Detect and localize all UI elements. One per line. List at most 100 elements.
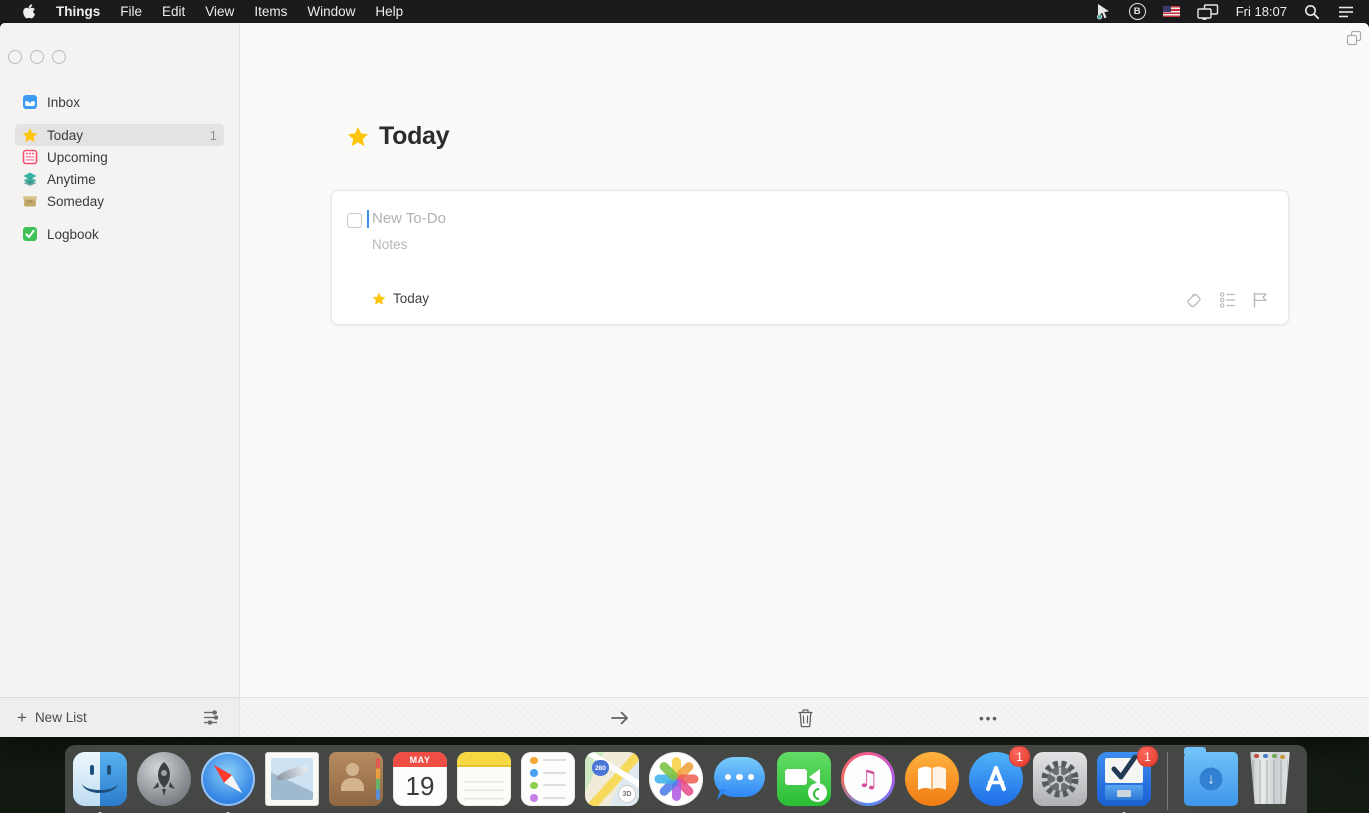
displays-status-icon[interactable] <box>1197 4 1219 20</box>
delete-button[interactable] <box>792 706 818 730</box>
dock-item-mail[interactable] <box>265 752 319 806</box>
dock-item-downloads[interactable]: ↓ <box>1184 752 1238 806</box>
dock-item-launchpad[interactable] <box>137 752 191 806</box>
minimize-button[interactable] <box>30 50 44 64</box>
reminders-icon <box>521 752 575 806</box>
sidebar-item-label: Someday <box>47 194 104 209</box>
apple-menu[interactable] <box>12 4 46 20</box>
pointer-status-icon[interactable] <box>1095 3 1112 20</box>
upcoming-calendar-icon <box>22 149 38 165</box>
sidebar-item-label: Today <box>47 128 83 143</box>
maps-icon: 280 3D <box>585 752 639 806</box>
notification-center-icon[interactable] <box>1337 5 1355 19</box>
today-star-icon <box>22 127 38 143</box>
dock-item-notes[interactable] <box>457 752 511 806</box>
menu-window[interactable]: Window <box>297 0 365 23</box>
dock-item-finder[interactable] <box>73 752 127 806</box>
new-list-button[interactable]: + New List <box>0 709 87 726</box>
anytime-layers-icon <box>22 171 38 187</box>
facetime-icon <box>777 752 831 806</box>
todo-notes-input[interactable]: Notes <box>372 237 407 252</box>
sidebar-item-label: Logbook <box>47 227 99 242</box>
todo-when-label: Today <box>393 291 429 306</box>
safari-icon <box>201 752 255 806</box>
dock-item-ibooks[interactable] <box>905 752 959 806</box>
list-settings-button[interactable] <box>201 709 220 726</box>
maps-3d-badge: 3D <box>618 785 636 803</box>
contacts-icon <box>329 752 383 806</box>
b-app-status-icon[interactable]: B <box>1129 3 1146 20</box>
zoom-button[interactable] <box>52 50 66 64</box>
sliders-icon <box>201 709 220 726</box>
new-todo-card[interactable]: New To-Do Notes Today <box>331 190 1289 325</box>
sidebar-item-logbook[interactable]: Logbook <box>15 223 224 245</box>
dock-item-facetime[interactable] <box>777 752 831 806</box>
menu-file[interactable]: File <box>110 0 152 23</box>
move-button[interactable] <box>607 706 633 730</box>
things-window: Inbox Today 1 Upcoming Anytime <box>0 23 1369 737</box>
todo-checkbox[interactable] <box>347 213 362 228</box>
dock: MAY 19 280 3D <box>65 745 1307 813</box>
sidebar-item-label: Anytime <box>47 172 96 187</box>
menu-view[interactable]: View <box>195 0 244 23</box>
sidebar-bottom-bar: + New List <box>0 697 239 737</box>
dock-item-trash[interactable] <box>1248 752 1302 806</box>
trash-icon <box>1248 752 1292 804</box>
page-title-text: Today <box>379 122 449 151</box>
ibooks-icon <box>905 752 959 806</box>
todo-when-button[interactable]: Today <box>372 291 429 306</box>
dock-separator <box>1167 752 1168 810</box>
messages-icon <box>713 752 767 806</box>
sidebar: Inbox Today 1 Upcoming Anytime <box>0 23 240 737</box>
close-button[interactable] <box>8 50 22 64</box>
sidebar-item-today[interactable]: Today 1 <box>15 124 224 146</box>
someday-box-icon <box>22 193 38 209</box>
sidebar-item-inbox[interactable]: Inbox <box>15 91 224 113</box>
sidebar-item-anytime[interactable]: Anytime <box>15 168 224 190</box>
menu-clock[interactable]: Fri 18:07 <box>1236 4 1287 19</box>
window-duplicate-button[interactable] <box>1346 30 1362 46</box>
dock-item-contacts[interactable] <box>329 752 383 806</box>
dock-item-messages[interactable] <box>713 752 767 806</box>
menu-help[interactable]: Help <box>365 0 413 23</box>
dock-item-maps[interactable]: 280 3D <box>585 752 639 806</box>
add-tag-button[interactable] <box>1185 290 1204 309</box>
dock-item-safari[interactable] <box>201 752 255 806</box>
today-count-badge: 1 <box>210 128 217 143</box>
sidebar-item-upcoming[interactable]: Upcoming <box>15 146 224 168</box>
dock-item-itunes[interactable]: ♫ <box>841 752 895 806</box>
apple-icon <box>22 4 36 20</box>
launchpad-icon <box>137 752 191 806</box>
spotlight-search-icon[interactable] <box>1304 4 1320 20</box>
sidebar-item-someday[interactable]: Someday <box>15 190 224 212</box>
dock-item-app-store[interactable]: 1 <box>969 752 1023 806</box>
today-star-icon <box>372 292 386 306</box>
bottom-toolbar: ••• <box>240 697 1369 737</box>
text-caret <box>367 210 369 228</box>
input-source-flag-icon[interactable] <box>1163 6 1180 17</box>
more-actions-button[interactable]: ••• <box>976 706 1002 730</box>
dock-item-photos[interactable] <box>649 752 703 806</box>
today-star-icon <box>347 126 369 148</box>
notes-icon <box>457 752 511 806</box>
download-arrow-glyph: ↓ <box>1200 768 1223 791</box>
desktop: { "colors": { "accent_star": "#FFC40C", … <box>0 0 1369 813</box>
todo-title-input[interactable]: New To-Do <box>372 210 446 227</box>
menu-items[interactable]: Items <box>244 0 297 23</box>
dock-item-system-preferences[interactable] <box>1033 752 1087 806</box>
maps-route-shield: 280 <box>592 760 609 776</box>
dock-item-reminders[interactable] <box>521 752 575 806</box>
system-preferences-icon <box>1033 752 1087 806</box>
music-note-glyph: ♫ <box>841 752 895 806</box>
logbook-check-icon <box>22 226 38 242</box>
add-deadline-flag-button[interactable] <box>1252 291 1269 309</box>
sidebar-item-label: Inbox <box>47 95 80 110</box>
new-list-label: New List <box>35 710 87 725</box>
app-menu-things[interactable]: Things <box>46 0 110 23</box>
menu-edit[interactable]: Edit <box>152 0 195 23</box>
window-controls <box>8 50 66 64</box>
dock-item-calendar[interactable]: MAY 19 <box>393 752 447 806</box>
notification-badge: 1 <box>1137 746 1158 767</box>
add-checklist-button[interactable] <box>1219 291 1237 309</box>
dock-item-things[interactable]: 1 <box>1097 752 1151 806</box>
